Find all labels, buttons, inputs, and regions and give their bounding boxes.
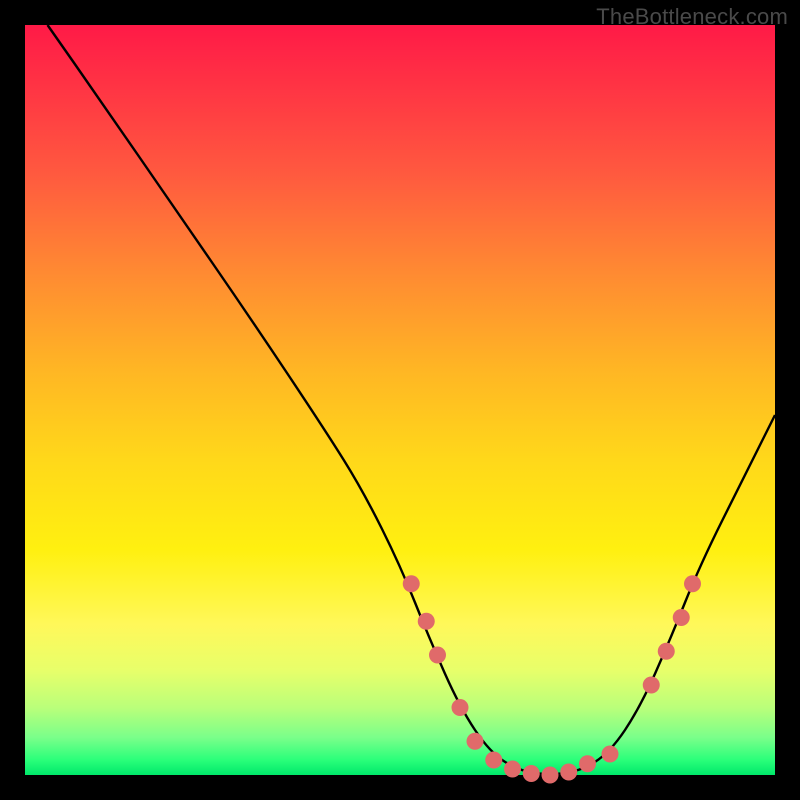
- marker-dot: [579, 755, 596, 772]
- marker-dot: [643, 677, 660, 694]
- curve-line: [48, 25, 776, 774]
- marker-dot: [403, 575, 420, 592]
- chart-overlay: [0, 0, 800, 800]
- marker-dot: [485, 752, 502, 769]
- marker-dot: [542, 767, 559, 784]
- marker-dot: [523, 765, 540, 782]
- marker-dot: [673, 609, 690, 626]
- marker-dot: [452, 699, 469, 716]
- marker-dot: [504, 761, 521, 778]
- marker-dot: [684, 575, 701, 592]
- curve-path: [48, 25, 776, 774]
- marker-dot: [418, 613, 435, 630]
- marker-dot: [429, 647, 446, 664]
- marker-dot: [467, 733, 484, 750]
- marker-dot: [560, 764, 577, 781]
- marker-dot: [658, 643, 675, 660]
- marker-dot: [602, 746, 619, 763]
